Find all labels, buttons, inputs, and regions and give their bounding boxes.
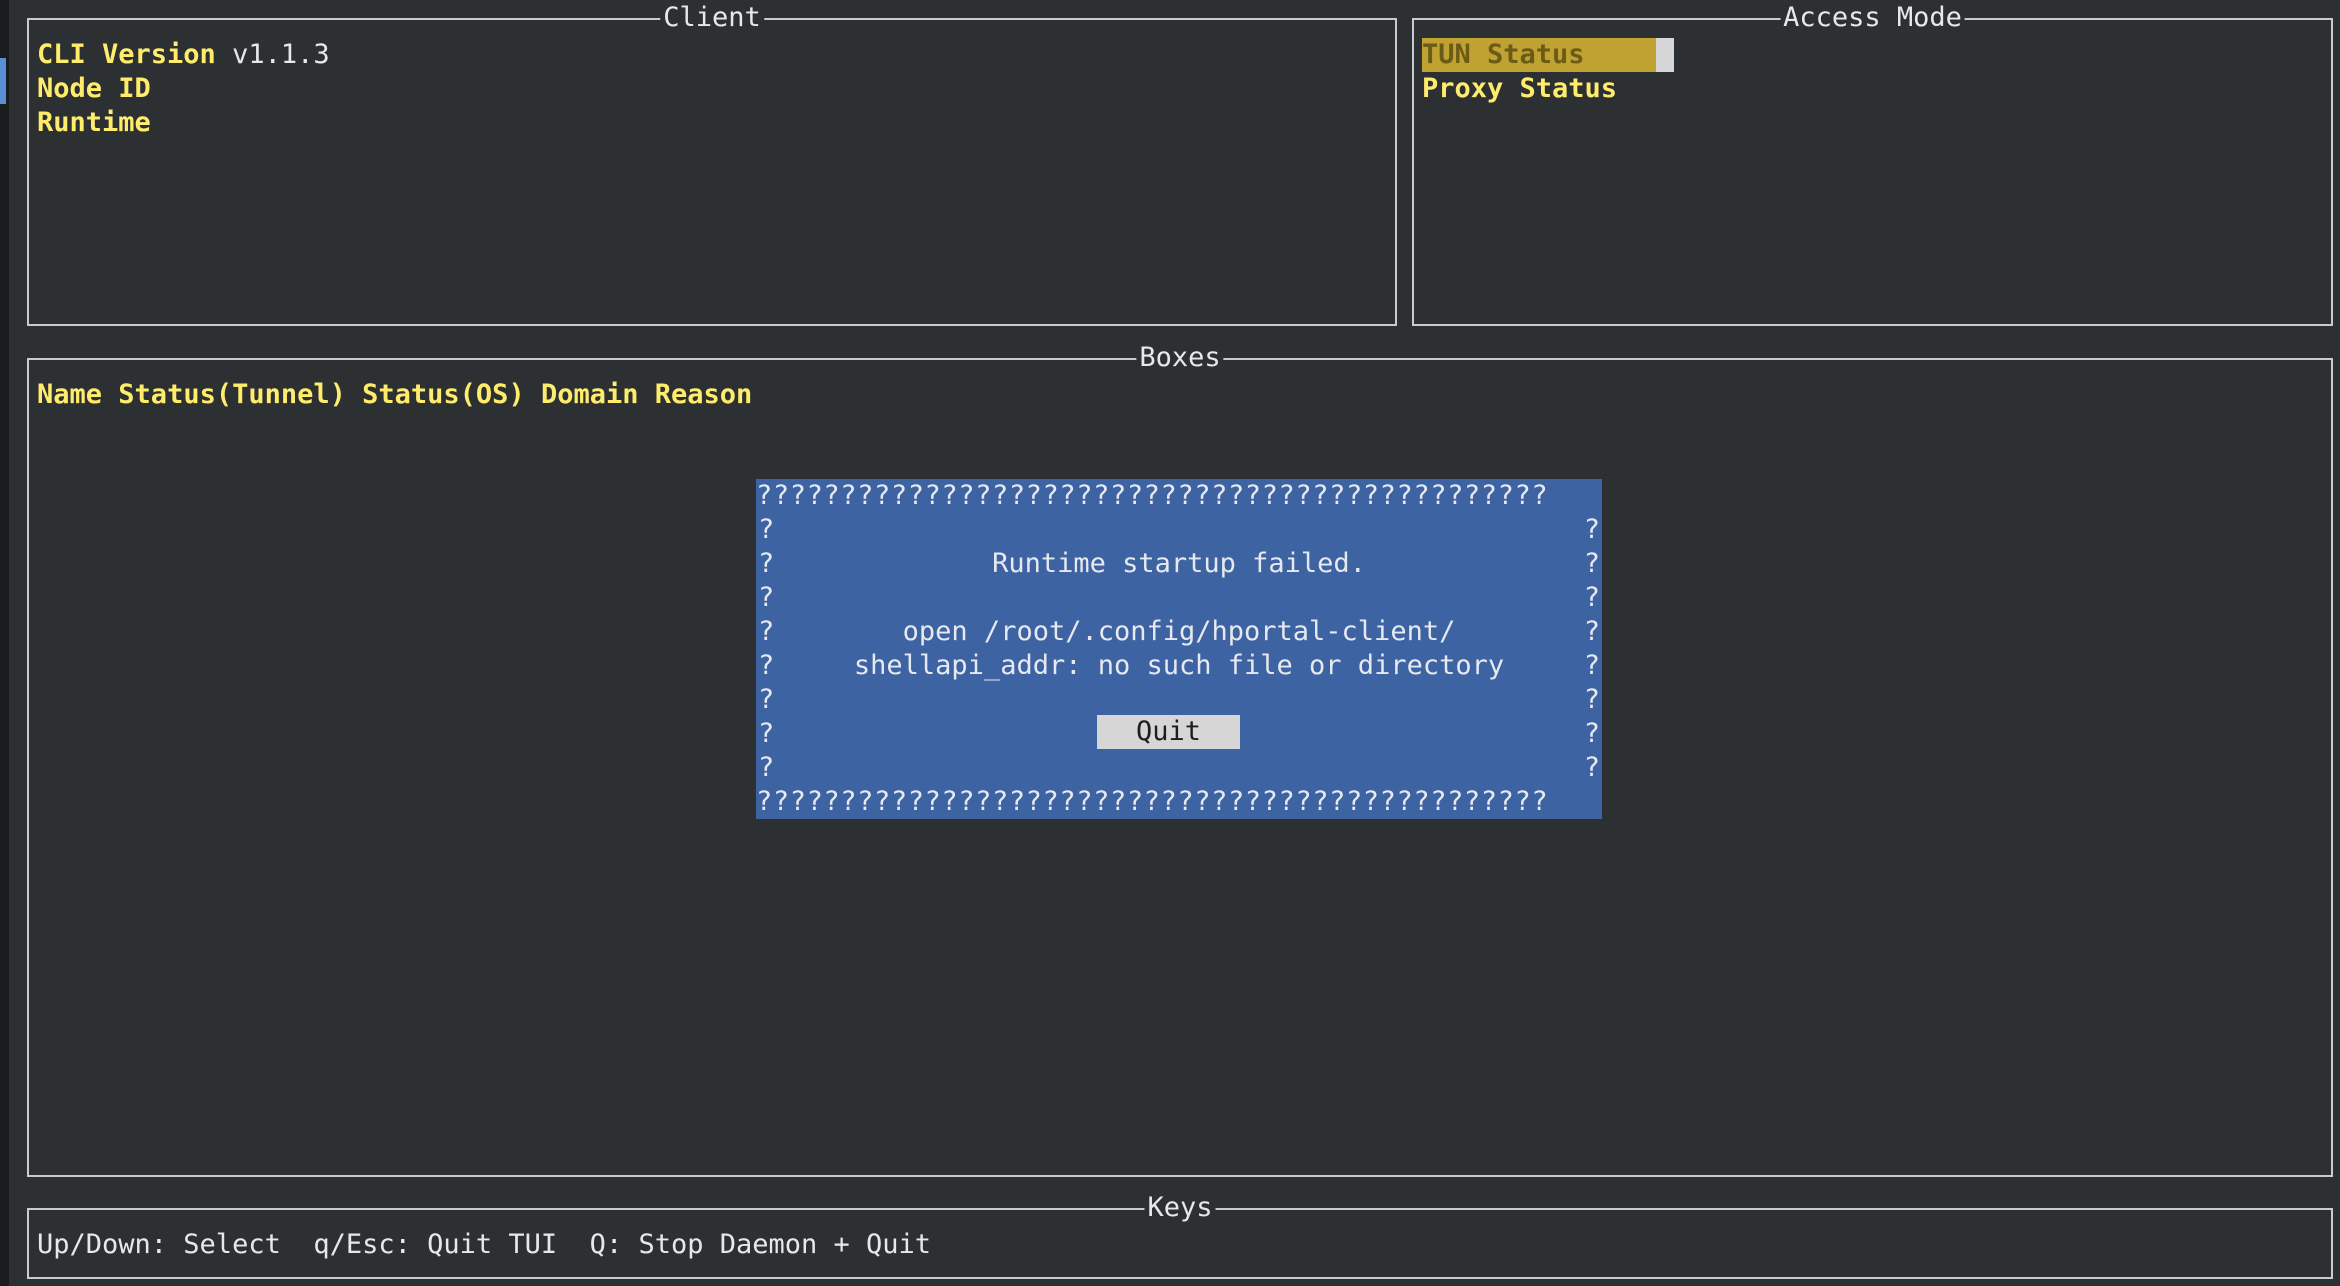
dialog-border-top: ????????????????????????????????????????… (756, 480, 1549, 511)
keys-panel-title: Keys (1144, 1190, 1216, 1226)
dialog-border-right: ? (1583, 582, 1600, 613)
key-hints: Up/Down: Select q/Esc: Quit TUI Q: Stop … (37, 1229, 932, 1260)
runtime-row: Runtime (37, 106, 151, 140)
column-header-status-tunnel: Status(Tunnel) (118, 379, 346, 410)
dialog-border-left: ? (758, 514, 775, 545)
dialog-border-right: ? (1583, 718, 1600, 749)
dialog-border-left: ? (758, 752, 775, 783)
dialog-border-bottom: ????????????????????????????????????????… (756, 786, 1549, 817)
selection-cursor (1656, 38, 1674, 72)
column-header-reason: Reason (654, 379, 753, 410)
dialog-error-line-1: open /root/.config/hportal-client/ (902, 616, 1456, 647)
boxes-panel-title: Boxes (1136, 340, 1224, 376)
access-mode-item-tun-status[interactable]: TUN Status (1422, 38, 1674, 72)
column-header-domain: Domain (540, 379, 639, 410)
dialog-border-left: ? (758, 718, 775, 749)
window-left-edge (0, 0, 9, 1286)
cli-version-value: v1.1.3 (232, 39, 330, 70)
error-dialog: ????????????????????????????????????????… (756, 479, 1602, 819)
proxy-status-label: Proxy Status (1422, 73, 1618, 104)
tun-status-selected-label: TUN Status (1422, 38, 1656, 72)
quit-button[interactable]: Quit (1097, 715, 1240, 749)
dialog-border-right: ? (1583, 684, 1600, 715)
cli-version-row: CLI Version v1.1.3 (37, 38, 330, 72)
dialog-border-right: ? (1583, 752, 1600, 783)
dialog-border-left: ? (758, 582, 775, 613)
dialog-border-right: ? (1583, 514, 1600, 545)
node-id-label: Node ID (37, 73, 151, 104)
window-edge-marker (0, 58, 6, 104)
access-mode-panel: Access Mode TUN Status Proxy Status (1412, 0, 2333, 326)
boxes-table-header: Name Status(Tunnel) Status(OS) Domain Re… (37, 378, 752, 412)
dialog-message: Runtime startup failed. (992, 548, 1366, 579)
access-mode-item-proxy-status[interactable]: Proxy Status (1422, 72, 1617, 106)
column-header-name: Name (37, 379, 103, 410)
cli-version-label: CLI Version (37, 39, 216, 70)
runtime-label: Runtime (37, 107, 151, 138)
client-panel-title: Client (660, 0, 764, 36)
dialog-border-left: ? (758, 684, 775, 715)
dialog-error-line-2: shellapi_addr: no such file or directory (853, 650, 1505, 681)
node-id-row: Node ID (37, 72, 151, 106)
column-header-status-os: Status(OS) (362, 379, 525, 410)
keys-panel: Keys Up/Down: Select q/Esc: Quit TUI Q: … (27, 1190, 2333, 1279)
client-panel: Client CLI Version v1.1.3 Node ID Runtim… (27, 0, 1397, 326)
access-mode-panel-title: Access Mode (1780, 0, 1965, 36)
